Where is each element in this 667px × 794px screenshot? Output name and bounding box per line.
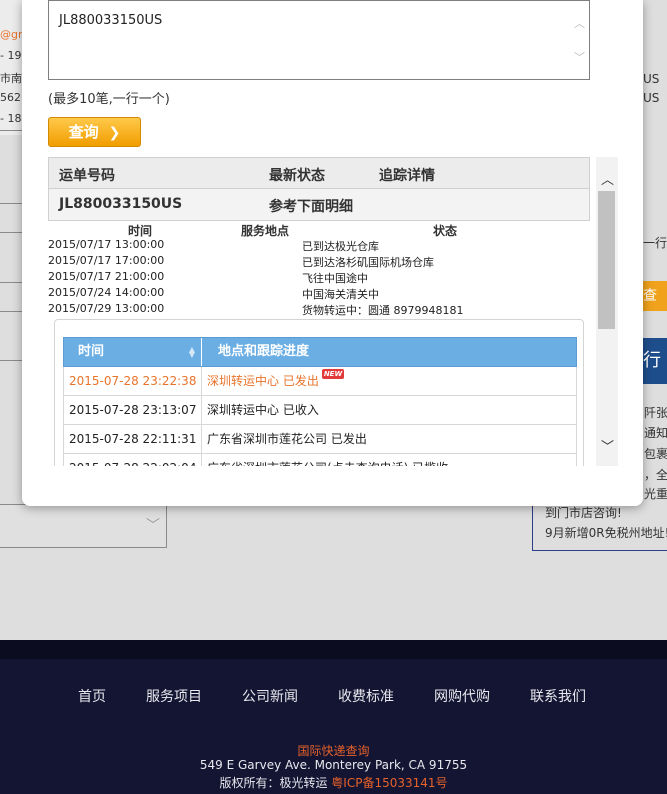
footer-site-name[interactable]: 国际快递查询: [0, 742, 667, 759]
results-scrollbar[interactable]: ︿ ﹀: [596, 157, 618, 466]
carrier-table-row: 2015-07-28 23:22:38 深圳转运中心 已发出 NEW: [63, 367, 577, 396]
carrier-row-progress-text: 深圳转运中心 已发出: [207, 374, 319, 388]
background-news-line: 包裹: [644, 447, 667, 461]
scrollbar-thumb[interactable]: [598, 191, 615, 329]
background-news-line: 光重行: [644, 487, 667, 501]
carrier-header-progress: 地点和跟踪进度: [218, 344, 310, 359]
detail-status: 已到达洛杉矶国际机场仓库: [302, 256, 434, 269]
carrier-row-progress: 深圳转运中心 已收入: [207, 403, 319, 417]
detail-time: 2015/07/17 21:00:00: [48, 270, 165, 283]
detail-status: 已到达极光仓库: [302, 240, 379, 253]
header-tracking-details: 追踪详情: [379, 168, 435, 184]
background-text-fragment: 市南: [0, 72, 22, 85]
carrier-table-row: 2015-07-28 23:13:07 深圳转运中心 已收入: [63, 396, 577, 425]
detail-time: 2015/07/17 17:00:00: [48, 254, 165, 267]
detail-row: 2015/07/17 21:00:00 飞往中国途中: [48, 270, 590, 286]
detail-row: 2015/07/29 13:00:00 货物转运中：圆通 8979948181: [48, 302, 590, 318]
detail-row: 2015/07/17 13:00:00 已到达极光仓库: [48, 238, 590, 254]
background-text-fragment: 562: [0, 91, 21, 104]
query-button[interactable]: 查询 ❯: [48, 117, 141, 147]
background-text-fragment: US: [643, 72, 660, 86]
detail-header-status: 状态: [433, 224, 458, 238]
carrier-table-row: 2015-07-28 22:02:04 广东省深圳市莲花公司(点击查询电话) 已…: [63, 454, 577, 466]
result-tracking-number: JL880033150US: [59, 196, 183, 212]
footer-link-shopping[interactable]: 网购代购: [434, 686, 490, 706]
footer-icp-link[interactable]: 粤ICP备15033141号: [331, 776, 447, 790]
result-status: 参考下面明细: [269, 199, 353, 215]
header-latest-status: 最新状态: [269, 168, 325, 184]
detail-status: 飞往中国途中: [302, 272, 368, 285]
background-divider: [0, 130, 22, 131]
background-news-line: 阡张: [644, 406, 667, 420]
background-news-line: 9月新增0R免税州地址!: [545, 526, 667, 540]
footer-link-news[interactable]: 公司新闻: [242, 686, 298, 706]
results-panel[interactable]: 运单号码 最新状态 追踪详情 JL880033150US 参考下面明细 时间 服…: [48, 157, 618, 466]
background-news-line: 通知: [644, 426, 667, 440]
carrier-row-time: 2015-07-28 22:11:31: [64, 425, 202, 453]
background-query-button: 查询: [643, 281, 667, 311]
carrier-row-progress: 广东省深圳市莲花公司 已发出: [207, 432, 367, 446]
footer-top-strip: [0, 640, 667, 659]
carrier-header-time[interactable]: 时间 ▲ ▼: [64, 338, 202, 366]
result-row: JL880033150US 参考下面明细: [48, 189, 590, 221]
background-news-line: ，全: [644, 468, 667, 482]
input-hint: (最多10笔,一行一个): [48, 92, 170, 107]
new-badge-icon: NEW: [321, 369, 345, 379]
background-divider: [0, 360, 22, 361]
background-divider: [0, 311, 22, 312]
sort-icon[interactable]: ▲ ▼: [189, 346, 195, 359]
background-text-fragment: - 19: [0, 49, 22, 62]
chevron-up-icon[interactable]: ︿: [574, 15, 585, 31]
footer-link-home[interactable]: 首页: [78, 686, 106, 706]
detail-header-location: 服务地点: [241, 224, 290, 238]
carrier-header-time-label: 时间: [78, 344, 105, 359]
site-footer: 首页 服务项目 公司新闻 收费标准 网购代购 联系我们 国际快递查询 549 E…: [0, 659, 667, 794]
detail-status: 中国海关清关中: [302, 288, 379, 301]
tracking-number-value: JL880033150US: [59, 13, 163, 28]
carrier-row-progress: 深圳转运中心 已发出 NEW: [207, 367, 345, 395]
background-news-line: 到门市店咨询!: [545, 506, 622, 520]
carrier-row-time: 2015-07-28 22:02:04: [64, 454, 202, 466]
carrier-table-row: 2015-07-28 22:11:31 广东省深圳市莲花公司 已发出: [63, 425, 577, 454]
background-divider: [0, 203, 22, 204]
background-text-fragment: US: [643, 91, 660, 105]
chevron-down-icon[interactable]: ﹀: [574, 49, 585, 65]
background-divider: [0, 282, 22, 283]
background-divider: [0, 232, 22, 233]
tracking-number-textarea[interactable]: JL880033150US ︿ ﹀: [48, 0, 590, 80]
footer-link-services[interactable]: 服务项目: [146, 686, 202, 706]
tracking-modal: JL880033150US ︿ ﹀ (最多10笔,一行一个) 查询 ❯ 运单号码 …: [22, 0, 643, 506]
carrier-row-time: 2015-07-28 23:13:07: [64, 396, 202, 424]
chevron-down-icon[interactable]: ﹀: [601, 436, 614, 455]
footer-copyright: 版权所有：极光转运 粤ICP备15033141号: [0, 774, 667, 791]
background-select-box: ﹀: [0, 504, 167, 548]
background-text-fragment: - 18: [0, 112, 22, 125]
footer-link-pricing[interactable]: 收费标准: [338, 686, 394, 706]
chevron-up-icon[interactable]: ︿: [601, 169, 614, 188]
background-banner: 行动: [643, 338, 667, 384]
footer-link-contact[interactable]: 联系我们: [530, 686, 586, 706]
chevron-right-icon: ❯: [108, 125, 121, 141]
carrier-row-time: 2015-07-28 23:22:38: [64, 367, 202, 395]
detail-time: 2015/07/29 13:00:00: [48, 302, 165, 315]
footer-nav: 首页 服务项目 公司新闻 收费标准 网购代购 联系我们: [0, 686, 667, 706]
detail-time: 2015/07/24 14:00:00: [48, 286, 165, 299]
carrier-table-header: 时间 ▲ ▼ 地点和跟踪进度: [63, 337, 577, 367]
carrier-tracking-box: 时间 ▲ ▼ 地点和跟踪进度 2015-07-28 23:22:38 深圳转运中心…: [54, 319, 584, 466]
detail-header-time: 时间: [128, 224, 153, 238]
footer-copyright-text: 版权所有：极光转运: [219, 776, 328, 790]
detail-row: 2015/07/17 17:00:00 已到达洛杉矶国际机场仓库: [48, 254, 590, 270]
textarea-scrollbar[interactable]: ︿ ﹀: [571, 1, 589, 79]
header-tracking-number: 运单号码: [59, 168, 115, 184]
detail-status: 货物转运中：圆通 8979948181: [302, 304, 464, 317]
footer-address: 549 E Garvey Ave. Monterey Park, CA 9175…: [199, 758, 468, 772]
results-header: 运单号码 最新状态 追踪详情: [48, 157, 590, 189]
carrier-row-progress[interactable]: 广东省深圳市莲花公司(点击查询电话) 已揽收: [207, 454, 448, 466]
chevron-down-icon: ﹀: [146, 518, 160, 534]
detail-row: 2015/07/24 14:00:00 中国海关清关中: [48, 286, 590, 302]
query-button-label: 查询: [68, 123, 99, 141]
detail-time: 2015/07/17 13:00:00: [48, 238, 165, 251]
background-text-fragment: 一行一: [643, 236, 667, 250]
